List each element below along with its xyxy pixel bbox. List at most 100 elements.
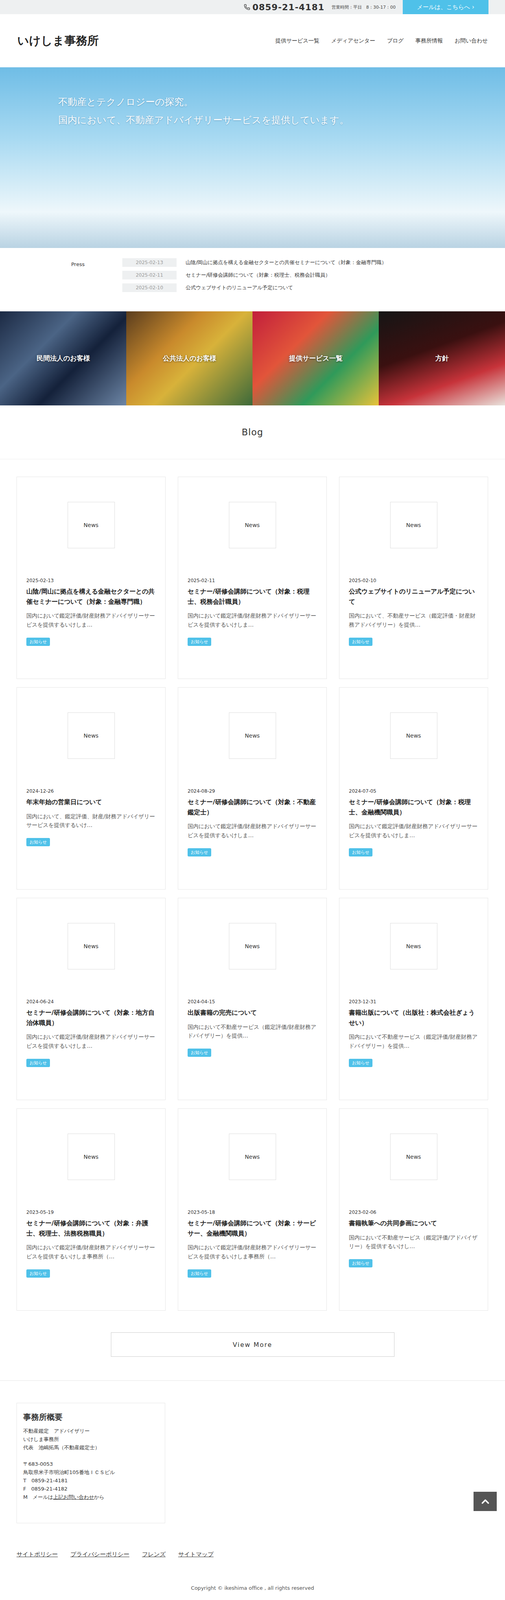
blog-card[interactable]: News 2025-02-11セミナー/研修会講師について（対象：税理士、税務会計… [177,476,327,679]
press-title[interactable]: 公式ウェブサイトのリニューアル予定について [185,283,294,292]
card-tag[interactable]: お知らせ [26,837,50,846]
card-date: 2024-08-29 [187,787,318,794]
card-tag[interactable]: お知らせ [348,1057,373,1067]
footer-link[interactable]: フレンズ [141,1549,166,1558]
footer: 事務所概要不動産鑑定 アドバイザリーいけしま事務所代表 池嶋拓馬（不動産鑑定士）… [0,1379,505,1523]
footer-link[interactable]: プライバシーポリシー [70,1549,130,1558]
press-list: 2025-02-13山陰/岡山に拠点を構える金融セクターとの共催セミナーについて… [122,258,387,312]
card-title: 山陰/岡山に拠点を構える金融セクターとの共催セミナーについて（対象：金融専門職） [26,586,156,607]
view-more-button[interactable]: View More [110,1331,395,1356]
card-body: 2024-06-24セミナー/研修会講師について（対象：地方自治体職員）国内にお… [16,993,166,1076]
blog-card[interactable]: News2023-12-31書籍出版について（出版社：株式会社ぎょうせい）国内に… [339,897,489,1100]
blog-card[interactable]: News2023-02-06書籍執筆への共同参画について国内において不動産サービ… [339,1107,489,1310]
card-date: 2024-06-24 [26,998,156,1004]
thumb-box: News [228,501,277,548]
footer-link[interactable]: サイトマップ [178,1549,214,1558]
copyright: Copyright © ikeshima office , all rights… [0,1557,505,1598]
contact-link[interactable]: 上記お問い合わせ [53,1492,94,1499]
office-line: 代表 池嶋拓馬（不動産鑑定士） [23,1442,159,1451]
press-date: 2025-02-10 [122,283,177,292]
card-tag[interactable]: お知らせ [348,847,373,856]
card-excerpt: 国内において鑑定評価/財産財務アドバイザリーサービスを提供するいけしま… [187,610,318,629]
card-title: 公式ウェブサイトのリニューアル予定について [348,586,479,607]
card-excerpt: 国内において鑑定評価/財産財務アドバイザリーサービスを提供するいけしま… [348,821,479,839]
blog-card[interactable]: News2024-08-29セミナー/研修会講師について（対象：不動産鑑定士）国… [177,686,327,889]
tile[interactable]: 提供サービス一覧 [252,311,379,406]
footer-links: サイトポリシー プライバシーポリシー フレンズ サイトマップ [0,1522,505,1558]
nav-item[interactable]: お問い合わせ [454,37,488,45]
office-mail: M メールは上記お問い合わせから [23,1491,159,1501]
card-thumb: News [339,897,488,994]
thumb-box: News [67,501,115,548]
back-to-top-button[interactable] [473,1490,497,1510]
card-body: 2025-02-10公式ウェブサイトのリニューアル予定について国内において、不動… [339,572,488,655]
card-tag[interactable]: お知らせ [187,637,212,646]
card-body: 2025-02-11セミナー/研修会講師について（対象：税理士、税務会計職員）国… [178,572,327,655]
office-line: F 0859-21-4182 [23,1483,159,1492]
card-body: 2023-12-31書籍出版について（出版社：株式会社ぎょうせい）国内において不… [339,993,488,1076]
card-excerpt: 国内において不動産サービス（鑑定評価/財産財務アドバイザリー）を提供… [348,1031,479,1050]
nav-item[interactable]: メディアセンター [331,37,376,45]
tile[interactable]: 方針 [378,311,505,406]
blog-card[interactable]: News 2024-06-24セミナー/研修会講師について（対象：地方自治体職員）… [16,897,166,1100]
card-title: セミナー/研修会講師について（対象：弁護士、税理士、法務税務職員） [26,1217,156,1238]
logo[interactable]: いけしま事務所 [17,33,99,49]
card-date: 2024-04-15 [187,998,318,1004]
blog-section: News2025-02-13山陰/岡山に拠点を構える金融セクターとの共催セミナー… [0,458,505,1310]
press-row[interactable]: 2025-02-13山陰/岡山に拠点を構える金融セクターとの共催セミナーについて… [122,258,387,267]
tile[interactable]: 公共法人のお客様 [126,311,253,406]
blog-card[interactable]: News2024-04-15出版書籍の完売について国内において不動産サービス（鑑… [177,897,327,1100]
card-date: 2024-07-05 [348,787,479,794]
tiles: 民間法人のお客様公共法人のお客様提供サービス一覧方針 [0,311,505,406]
header: いけしま事務所 提供サービス一覧 メディアセンター ブログ 事務所情報 お問い合わせ [0,14,505,68]
card-thumb: News [339,1107,488,1204]
office-line: 不動産鑑定 アドバイザリー [23,1425,159,1434]
card-body: 2024-04-15出版書籍の完売について国内において不動産サービス（鑑定評価/… [178,993,327,1066]
blog-card[interactable]: News2023-05-18セミナー/研修会講師について（対象：サービサー、金融… [177,1107,327,1310]
mail-button[interactable]: メールは、こちらへ › [402,0,489,15]
press-label: Press [71,258,123,312]
card-excerpt: 国内において不動産サービス（鑑定評価/アドバイザリー）を提供するいけし… [348,1232,479,1250]
press-row[interactable]: 2025-02-10 公式ウェブサイトのリニューアル予定について [122,283,387,292]
blog-card[interactable]: News2024-12-26年末年始の営業日について国内において、鑑定評価、財産… [16,686,166,889]
card-tag[interactable]: お知らせ [348,1258,373,1267]
blog-card[interactable]: News 2023-05-19 セミナー/研修会講師について（対象：弁護士、税理士、… [16,1107,166,1310]
card-tag[interactable]: お知らせ [26,1057,50,1067]
blog-card[interactable]: News2025-02-13山陰/岡山に拠点を構える金融セクターとの共催セミナー… [16,476,166,679]
card-tag[interactable]: お知らせ [348,637,373,646]
card-grid: News2025-02-13山陰/岡山に拠点を構える金融セクターとの共催セミナー… [16,476,489,1310]
card-tag[interactable]: お知らせ [187,1047,212,1057]
thumb-box: News [67,922,115,969]
card-tag[interactable]: お知らせ [26,637,50,646]
tile[interactable]: 民間法人のお客様 [0,311,127,406]
card-body: 2023-05-18セミナー/研修会講師について（対象：サービサー、金融機関職員… [178,1203,327,1287]
card-excerpt: 国内において鑑定評価/財産財務アドバイザリーサービスを提供するいけしま… [187,821,318,839]
phone[interactable]: 0859-21-4181 [243,2,325,13]
nav: 提供サービス一覧 メディアセンター ブログ 事務所情報 お問い合わせ [275,37,488,45]
card-tag[interactable]: お知らせ [26,1268,50,1277]
press-title[interactable]: 山陰/岡山に拠点を構える金融セクターとの共催セミナーについて（対象：金融専門職） [185,258,387,266]
blog-card[interactable]: News2024-07-05セミナー/研修会講師について（対象：税理士、金融機関… [339,686,489,889]
card-thumb: News [16,1107,166,1204]
card-tag[interactable]: お知らせ [187,847,212,856]
nav-item[interactable]: ブログ [387,37,404,45]
nav-item[interactable]: 提供サービス一覧 [275,37,320,45]
thumb-box: News [67,1132,115,1180]
card-body: 2023-05-19 セミナー/研修会講師について（対象：弁護士、税理士、法務税務… [16,1203,166,1287]
card-date: 2023-05-19 [26,1208,156,1215]
thumb-box: News [390,501,438,548]
press-title[interactable]: セミナー/研修会講師について（対象：税理士、税務会計職員） [185,271,331,279]
hero: 不動産とテクノロジーの探究。国内において、不動産アドバイザリーサービスを提供して… [0,67,505,248]
press-row[interactable]: 2025-02-11セミナー/研修会講師について（対象：税理士、税務会計職員） [122,270,387,280]
thumb-box: News [67,711,115,759]
card-body: 2023-02-06書籍執筆への共同参画について国内において不動産サービス（鑑定… [339,1203,488,1276]
phone-number: 0859-21-4181 [252,2,325,13]
card-thumb: News [16,897,166,994]
blog-card[interactable]: News 2025-02-10公式ウェブサイトのリニューアル予定について国内におい… [339,476,489,679]
nav-item[interactable]: 事務所情報 [415,37,443,45]
card-date: 2024-12-26 [26,787,156,794]
footer-link[interactable]: サイトポリシー [16,1549,58,1558]
phone-icon [243,3,251,11]
office-line: 〒683-0053 [23,1458,159,1468]
card-tag[interactable]: お知らせ [187,1268,212,1277]
